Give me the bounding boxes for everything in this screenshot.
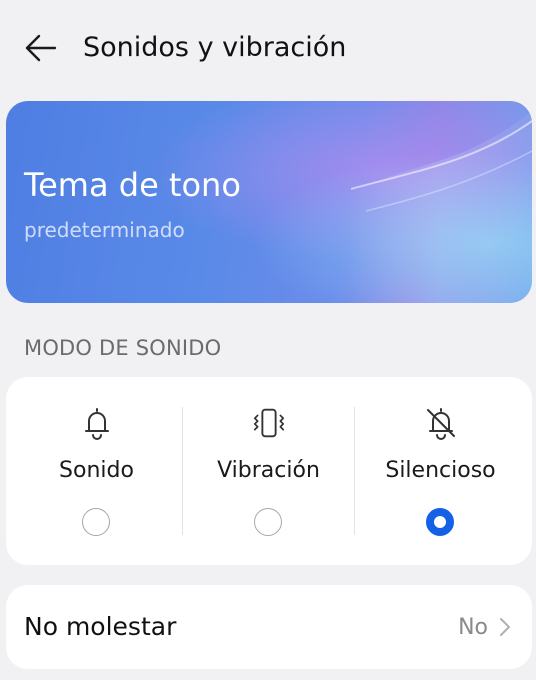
vibration-mode-label: Vibración — [217, 458, 320, 483]
page-title: Sonidos y vibración — [83, 32, 347, 63]
bell-off-icon — [423, 405, 459, 441]
vibration-radio[interactable] — [253, 508, 282, 536]
do-not-disturb-value: No — [458, 615, 488, 640]
chevron-right-icon — [500, 618, 510, 636]
back-button[interactable] — [20, 28, 60, 68]
sound-radio[interactable] — [81, 508, 110, 536]
banner-subtitle: predeterminado — [24, 218, 185, 242]
sound-mode-section-label: MODO DE SONIDO — [24, 336, 222, 360]
do-not-disturb-label: No molestar — [24, 612, 177, 641]
sound-mode-option-vibration[interactable]: Vibración — [181, 377, 356, 565]
sound-mode-label: Sonido — [59, 458, 134, 483]
do-not-disturb-row[interactable]: No molestar No — [6, 585, 532, 669]
sound-mode-option-sound[interactable]: Sonido — [9, 377, 184, 565]
silent-mode-label: Silencioso — [385, 458, 496, 483]
bell-icon — [79, 405, 115, 441]
banner-title: Tema de tono — [24, 166, 241, 204]
silent-radio[interactable] — [425, 508, 454, 536]
arrow-left-icon — [25, 34, 57, 62]
header-bar: Sonidos y vibración — [0, 0, 536, 96]
ringtone-theme-banner[interactable]: Tema de tono predeterminado — [6, 101, 532, 303]
sound-mode-card: Sonido Vibración Silencioso — [6, 377, 532, 565]
vibrate-icon — [251, 405, 287, 441]
sound-mode-option-silent[interactable]: Silencioso — [353, 377, 528, 565]
